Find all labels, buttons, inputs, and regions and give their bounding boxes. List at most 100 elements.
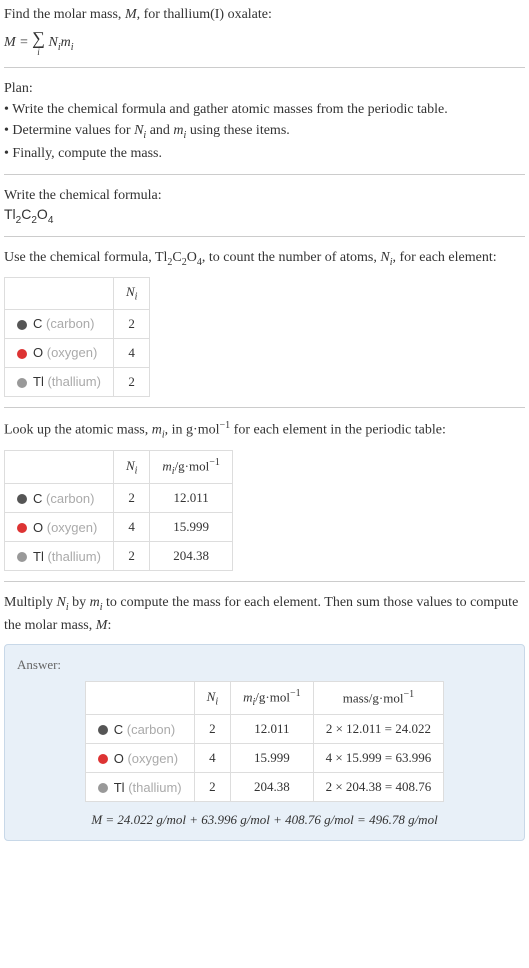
- ni-header-sub: i: [135, 466, 138, 477]
- plan-title: Plan:: [4, 78, 525, 99]
- element-cell-thallium: Tl (thallium): [85, 773, 194, 802]
- ans-oxygen-mi: 15.999: [231, 744, 313, 773]
- atom-count-table: Ni C (carbon) 2 O (oxygen) 4 Tl (thalliu…: [4, 277, 150, 397]
- ans-thallium-mass: 2 × 204.38 = 408.76: [313, 773, 444, 802]
- ans-mi-header: m: [243, 689, 252, 704]
- mult-var3: M: [96, 618, 108, 633]
- divider-4: [4, 407, 525, 408]
- ni-header: Ni: [194, 682, 230, 715]
- empty-header: [5, 451, 114, 484]
- thallium-dot-icon: [98, 783, 108, 793]
- table-row: C (carbon) 2 12.011 2 × 12.011 = 24.022: [85, 715, 444, 744]
- plan-bullet-2: • Determine values for Ni and mi using t…: [4, 120, 525, 143]
- ans-carbon-ni: 2: [194, 715, 230, 744]
- final-answer: M = 24.022 g/mol + 63.996 g/mol + 408.76…: [17, 812, 512, 828]
- count-mid1: C: [172, 250, 181, 265]
- carbon-symbol: C: [33, 316, 42, 331]
- ans-ni-sub: i: [215, 696, 218, 707]
- thallium-dot-icon: [17, 378, 27, 388]
- ans-carbon-mi: 12.011: [231, 715, 313, 744]
- table-header-row: Ni mi/g·mol−1 mass/g·mol−1: [85, 682, 444, 715]
- table-row: O (oxygen) 4: [5, 338, 150, 367]
- ans-thallium-symbol: Tl: [114, 780, 125, 795]
- empty-header: [85, 682, 194, 715]
- lookup-mid: , in g·mol: [165, 423, 220, 438]
- plan-bullet-1: • Write the chemical formula and gather …: [4, 99, 525, 120]
- ni-header-sub: i: [135, 292, 138, 303]
- lookup-sup: −1: [220, 420, 231, 431]
- formula-m: m: [61, 35, 71, 50]
- carbon-ni: 2: [113, 484, 149, 513]
- lookup-var: m: [152, 423, 162, 438]
- thallium-mi: 204.38: [150, 542, 232, 571]
- oxygen-symbol: O: [33, 520, 43, 535]
- count-section: Use the chemical formula, Tl2C2O4, to co…: [4, 247, 525, 397]
- intro-suffix: , for thallium(I) oxalate:: [137, 7, 272, 22]
- formula-lhs: M: [4, 35, 16, 50]
- table-header-row: Ni: [5, 278, 150, 310]
- oxygen-dot-icon: [17, 523, 27, 533]
- element-cell-carbon: C (carbon): [5, 309, 114, 338]
- count-prefix: Use the chemical formula, Tl: [4, 250, 167, 265]
- plan-b2-prefix: • Determine values for: [4, 123, 134, 138]
- ans-carbon-mass: 2 × 12.011 = 24.022: [313, 715, 444, 744]
- ans-mi-unit: /g·mol: [255, 689, 290, 704]
- mult-mid1: by: [69, 595, 90, 610]
- plan-b2-var2: m: [173, 123, 183, 138]
- ans-oxygen-symbol: O: [114, 751, 124, 766]
- mi-header-unit: /g·mol: [175, 459, 210, 474]
- table-row: C (carbon) 2 12.011: [5, 484, 233, 513]
- divider-3: [4, 236, 525, 237]
- empty-header: [5, 278, 114, 310]
- oxygen-ni: 4: [113, 338, 149, 367]
- ni-header: Ni: [113, 278, 149, 310]
- ans-thallium-mi: 204.38: [231, 773, 313, 802]
- plan-section: Plan: • Write the chemical formula and g…: [4, 78, 525, 164]
- intro-var-m: M: [125, 7, 137, 22]
- oxygen-ni: 4: [113, 513, 149, 542]
- element-cell-oxygen: O (oxygen): [5, 513, 114, 542]
- ans-oxygen-ni: 4: [194, 744, 230, 773]
- count-mid3: , to count the number of atoms,: [202, 250, 380, 265]
- ans-oxygen-name: (oxygen): [127, 751, 178, 766]
- mass-header: mass/g·mol−1: [313, 682, 444, 715]
- multiply-section: Multiply Ni by mi to compute the mass fo…: [4, 592, 525, 841]
- plan-b2-suffix: using these items.: [186, 123, 289, 138]
- sigma-sub: i: [32, 48, 45, 57]
- carbon-dot-icon: [98, 725, 108, 735]
- thallium-symbol: Tl: [33, 374, 44, 389]
- sigma-container: ∑i: [32, 29, 45, 57]
- formula-n: N: [48, 35, 57, 50]
- intro-prefix: Find the molar mass,: [4, 7, 125, 22]
- oxygen-symbol: O: [33, 345, 43, 360]
- mult-suffix: :: [107, 618, 111, 633]
- mi-header: mi/g·mol−1: [231, 682, 313, 715]
- ni-header-text: N: [126, 458, 135, 473]
- ans-mi-sup: −1: [290, 688, 301, 699]
- oxygen-name: (oxygen): [47, 520, 98, 535]
- table-row: C (carbon) 2: [5, 309, 150, 338]
- cf-sub3: 4: [48, 215, 54, 226]
- ans-carbon-symbol: C: [114, 722, 123, 737]
- thallium-symbol: Tl: [33, 549, 44, 564]
- count-suffix: , for each element:: [392, 250, 496, 265]
- ans-carbon-name: (carbon): [127, 722, 175, 737]
- oxygen-mi: 15.999: [150, 513, 232, 542]
- oxygen-dot-icon: [98, 754, 108, 764]
- count-mid2: O: [187, 250, 197, 265]
- intro-section: Find the molar mass, M, for thallium(I) …: [4, 4, 525, 57]
- thallium-name: (thallium): [47, 374, 100, 389]
- carbon-dot-icon: [17, 320, 27, 330]
- mult-var2: m: [90, 595, 100, 610]
- intro-text: Find the molar mass, M, for thallium(I) …: [4, 4, 525, 25]
- chemical-formula: Tl2C2O4: [4, 206, 525, 226]
- thallium-ni: 2: [113, 542, 149, 571]
- carbon-symbol: C: [33, 491, 42, 506]
- oxygen-dot-icon: [17, 349, 27, 359]
- table-row: Tl (thallium) 2 204.38: [5, 542, 233, 571]
- oxygen-name: (oxygen): [47, 345, 98, 360]
- table-row: Tl (thallium) 2 204.38 2 × 204.38 = 408.…: [85, 773, 444, 802]
- carbon-name: (carbon): [46, 316, 94, 331]
- ans-thallium-name: (thallium): [128, 780, 181, 795]
- ni-header-text: N: [126, 284, 135, 299]
